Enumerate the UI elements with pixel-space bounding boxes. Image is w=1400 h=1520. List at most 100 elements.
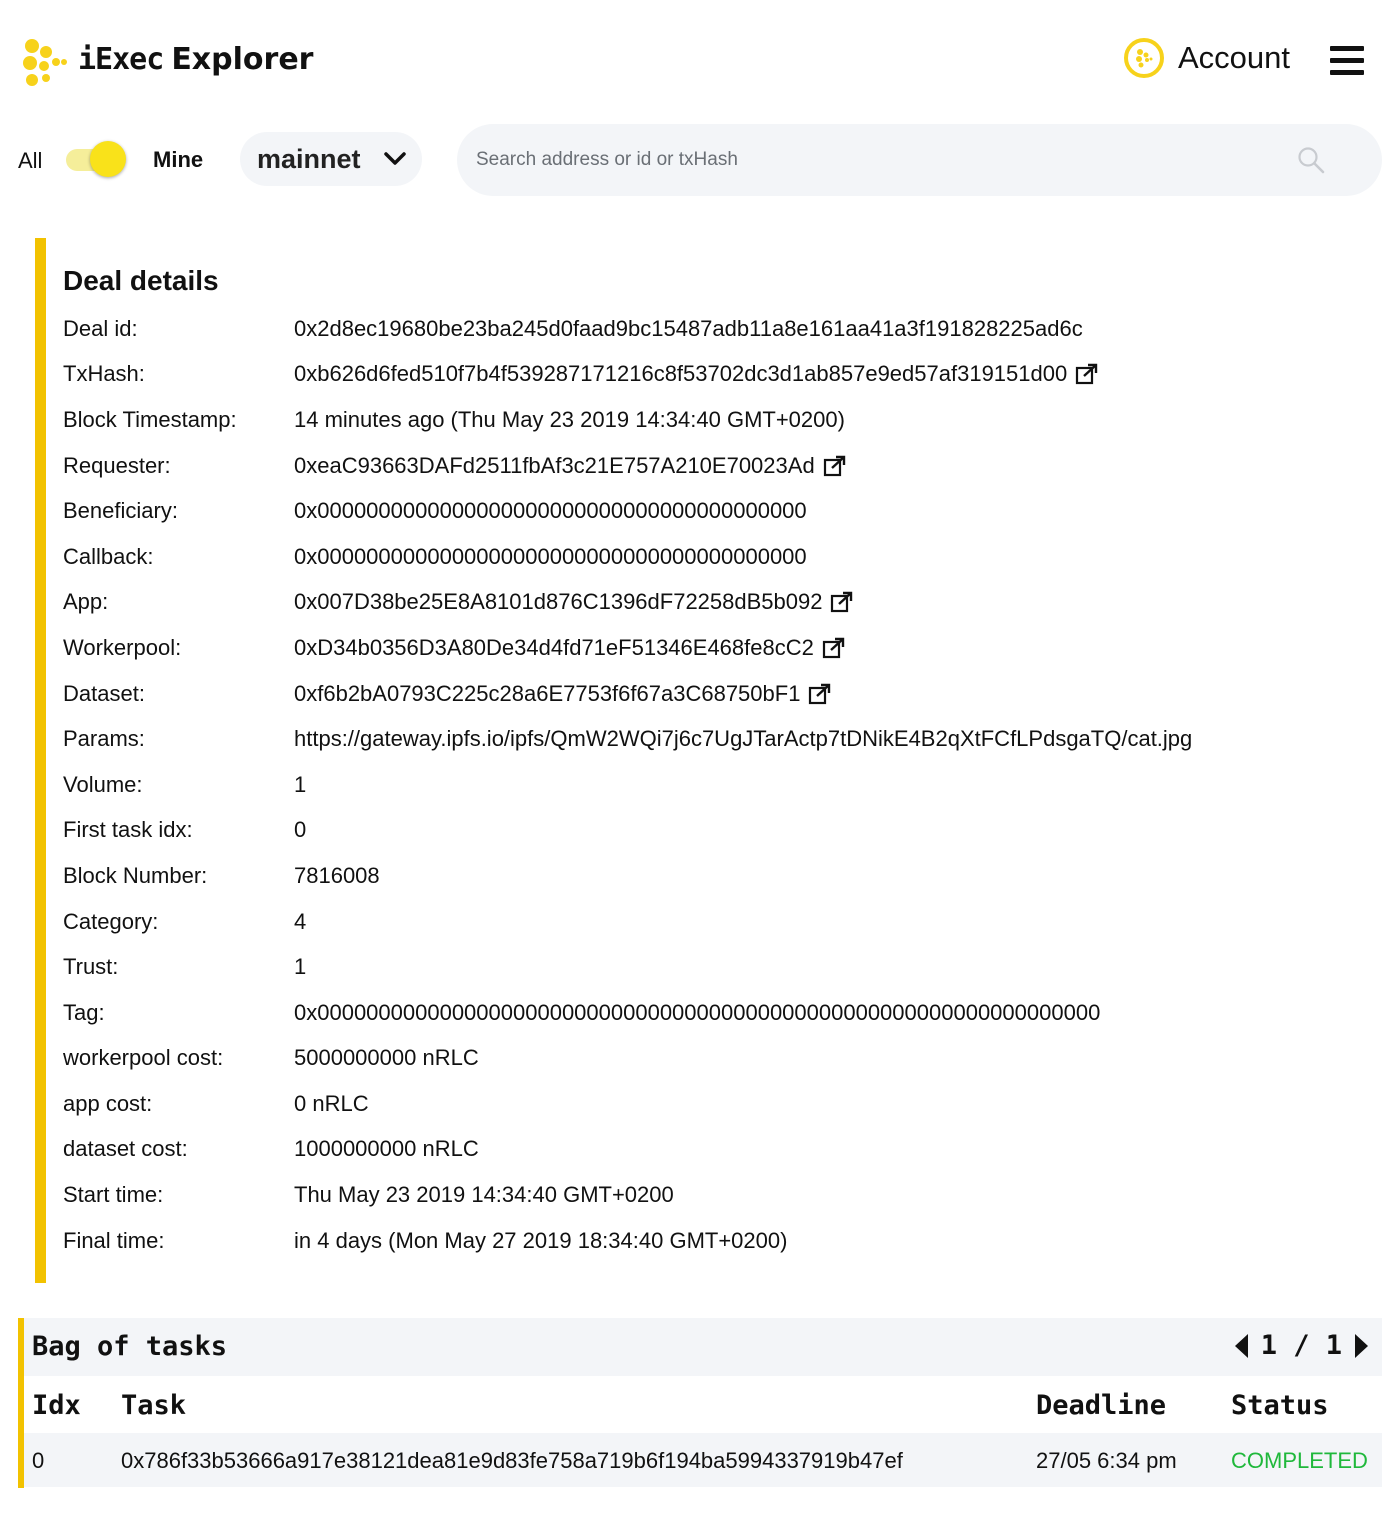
deal-field-label: Dataset: — [63, 680, 145, 706]
deal-field-label: dataset cost: — [63, 1136, 188, 1162]
deal-field-value-wrap: 0x007D38be25E8A8101d876C1396dF72258dB5b0… — [294, 589, 854, 615]
deal-field-label: Block Number: — [63, 862, 208, 888]
deal-field-value: 0x00000000000000000000000000000000000000… — [294, 543, 807, 569]
deal-field-label: App: — [63, 589, 109, 615]
deal-row: Final time: in 4 days (Mon May 27 2019 18… — [63, 1218, 1363, 1264]
deal-field-value: 7816008 — [294, 862, 380, 888]
external-link-icon[interactable] — [823, 455, 847, 477]
deal-row: First task idx: 0 — [63, 808, 1363, 854]
pagination: 1 / 1 — [1233, 1330, 1370, 1361]
deal-row: Trust: 1 — [63, 944, 1363, 990]
deal-row: Block Number: 7816008 — [63, 853, 1363, 899]
deal-field-value-wrap: 0x2d8ec19680be23ba245d0faad9bc15487adb11… — [294, 316, 1083, 342]
deal-field-label: app cost: — [63, 1090, 153, 1116]
deal-row: Beneficiary: 0x00000000000000000000000000… — [63, 488, 1363, 534]
deal-field-value-wrap: in 4 days (Mon May 27 2019 18:34:40 GMT+… — [294, 1228, 787, 1254]
deal-field-label: Category: — [63, 908, 159, 934]
column-header-idx: Idx — [32, 1390, 81, 1421]
deal-row: Workerpool: 0xD34b0356D3A80De34d4fd71eF51… — [63, 625, 1363, 671]
deal-field-value[interactable]: 0xeaC93663DAFd2511fbAf3c21E757A210E70023… — [294, 453, 815, 479]
deal-field-value: in 4 days (Mon May 27 2019 18:34:40 GMT+… — [294, 1227, 788, 1253]
deal-field-value[interactable]: 0xD34b0356D3A80De34d4fd71eF51346E468fe8c… — [294, 635, 814, 661]
deal-field-value-wrap: 0xb626d6fed510f7b4f539287171216c8f53702d… — [294, 361, 1099, 387]
external-link-icon[interactable] — [808, 683, 832, 705]
deal-field-value-wrap: 14 minutes ago (Thu May 23 2019 14:34:40… — [294, 407, 845, 433]
deal-field-label: First task idx: — [63, 817, 193, 843]
deal-field-value-wrap: 1 — [294, 954, 306, 980]
filter-mine-label: Mine — [153, 147, 204, 172]
brand-title[interactable]: iExec Explorer — [78, 42, 313, 77]
task-idx: 0 — [32, 1448, 45, 1473]
caret-right-icon[interactable] — [1354, 1333, 1370, 1359]
deal-field-label: Tag: — [63, 999, 105, 1025]
brand-explorer: Explorer — [171, 42, 314, 77]
deal-field-value-wrap: 0x00000000000000000000000000000000000000… — [294, 544, 807, 570]
deal-details-title: Deal details — [63, 265, 219, 296]
search-icon[interactable] — [1297, 146, 1325, 179]
all-mine-toggle[interactable] — [66, 141, 132, 177]
external-link-icon[interactable] — [830, 591, 854, 613]
deal-row: App: 0x007D38be25E8A8101d876C1396dF72258d… — [63, 580, 1363, 626]
deal-field-value[interactable]: 0xb626d6fed510f7b4f539287171216c8f53702d… — [294, 361, 1067, 387]
deal-field-value-wrap: Thu May 23 2019 14:34:40 GMT+0200 — [294, 1182, 674, 1208]
filter-all-label: All — [18, 148, 43, 173]
task-deadline: 27/05 6:34 pm — [1036, 1448, 1177, 1473]
caret-left-icon[interactable] — [1233, 1333, 1249, 1359]
deal-field-value-wrap: 0x00000000000000000000000000000000000000… — [294, 498, 807, 524]
deal-field-value-wrap: 0xeaC93663DAFd2511fbAf3c21E757A210E70023… — [294, 453, 847, 479]
column-header-deadline: Deadline — [1036, 1390, 1167, 1421]
deal-field-label: Start time: — [63, 1182, 164, 1208]
deal-field-value-wrap: 0 — [294, 817, 306, 843]
deal-field-label: workerpool cost: — [63, 1045, 224, 1071]
deal-field-value[interactable]: 0x2d8ec19680be23ba245d0faad9bc15487adb11… — [294, 316, 1083, 342]
deal-field-value-wrap: 5000000000 nRLC — [294, 1045, 479, 1071]
deal-row: Params: https://gateway.ipfs.io/ipfs/QmW2… — [63, 716, 1363, 762]
deal-field-value: 1 — [294, 954, 307, 980]
deal-field-value: 4 — [294, 908, 307, 934]
deal-field-label: Requester: — [63, 452, 171, 478]
deal-field-value[interactable]: 0xf6b2bA0793C225c28a6E7753f6f67a3C68750b… — [294, 681, 800, 707]
deal-field-value: 14 minutes ago (Thu May 23 2019 14:34:40… — [294, 406, 845, 432]
status-badge: COMPLETED — [1231, 1448, 1368, 1473]
deal-row: Start time: Thu May 23 2019 14:34:40 GMT+… — [63, 1172, 1363, 1218]
external-link-icon[interactable] — [822, 637, 846, 659]
deal-field-value: 0x00000000000000000000000000000000000000… — [294, 498, 807, 524]
deal-field-value: 1000000000 nRLC — [294, 1136, 479, 1162]
deal-field-value-wrap: https://gateway.ipfs.io/ipfs/QmW2WQi7j6c… — [294, 726, 1192, 752]
deal-row: app cost: 0 nRLC — [63, 1081, 1363, 1127]
deal-row: Category: 4 — [63, 899, 1363, 945]
deal-field-label: Trust: — [63, 954, 119, 980]
deal-field-label: Final time: — [63, 1227, 165, 1253]
deal-field-value-wrap: 0 nRLC — [294, 1091, 369, 1117]
deal-field-value-wrap: 4 — [294, 909, 306, 935]
search-input[interactable] — [476, 142, 1276, 178]
deal-field-label: Params: — [63, 726, 145, 752]
deal-field-value: 1 — [294, 771, 307, 797]
task-id-link[interactable]: 0x786f33b53666a917e38121dea81e9d83fe758a… — [121, 1448, 903, 1474]
network-select[interactable]: mainnet — [240, 132, 422, 186]
deal-row: Tag: 0x0000000000000000000000000000000000… — [63, 990, 1363, 1036]
deal-field-value: 0 nRLC — [294, 1090, 369, 1116]
menu-icon[interactable] — [1330, 46, 1364, 78]
deal-accent-bar — [35, 238, 46, 1283]
deal-field-value: 0 — [294, 817, 307, 843]
column-header-task: Task — [121, 1390, 187, 1421]
deal-row: Volume: 1 — [63, 762, 1363, 808]
account-button[interactable]: Account — [1124, 38, 1290, 78]
network-value: mainnet — [257, 143, 361, 174]
deal-field-label: Block Timestamp: — [63, 406, 237, 432]
deal-field-label: Workerpool: — [63, 634, 182, 660]
deal-field-value[interactable]: 0x007D38be25E8A8101d876C1396dF72258dB5b0… — [294, 589, 822, 615]
account-icon — [1124, 38, 1164, 78]
iexec-logo-icon[interactable] — [22, 38, 68, 88]
deal-row: TxHash: 0xb626d6fed510f7b4f539287171216c8… — [63, 352, 1363, 398]
deal-field-label: TxHash: — [63, 361, 145, 387]
bag-of-tasks-header: Bag of tasks 1 / 1 — [24, 1318, 1382, 1376]
column-header-status: Status — [1231, 1390, 1329, 1421]
deal-details-list: Deal id: 0x2d8ec19680be23ba245d0faad9bc15… — [63, 306, 1363, 1263]
deal-field-value-wrap: 1000000000 nRLC — [294, 1136, 479, 1162]
bag-of-tasks-title: Bag of tasks — [32, 1331, 228, 1362]
account-label: Account — [1178, 40, 1291, 75]
table-row[interactable]: 0 0x786f33b53666a917e38121dea81e9d83fe75… — [24, 1433, 1382, 1487]
external-link-icon[interactable] — [1075, 363, 1099, 385]
